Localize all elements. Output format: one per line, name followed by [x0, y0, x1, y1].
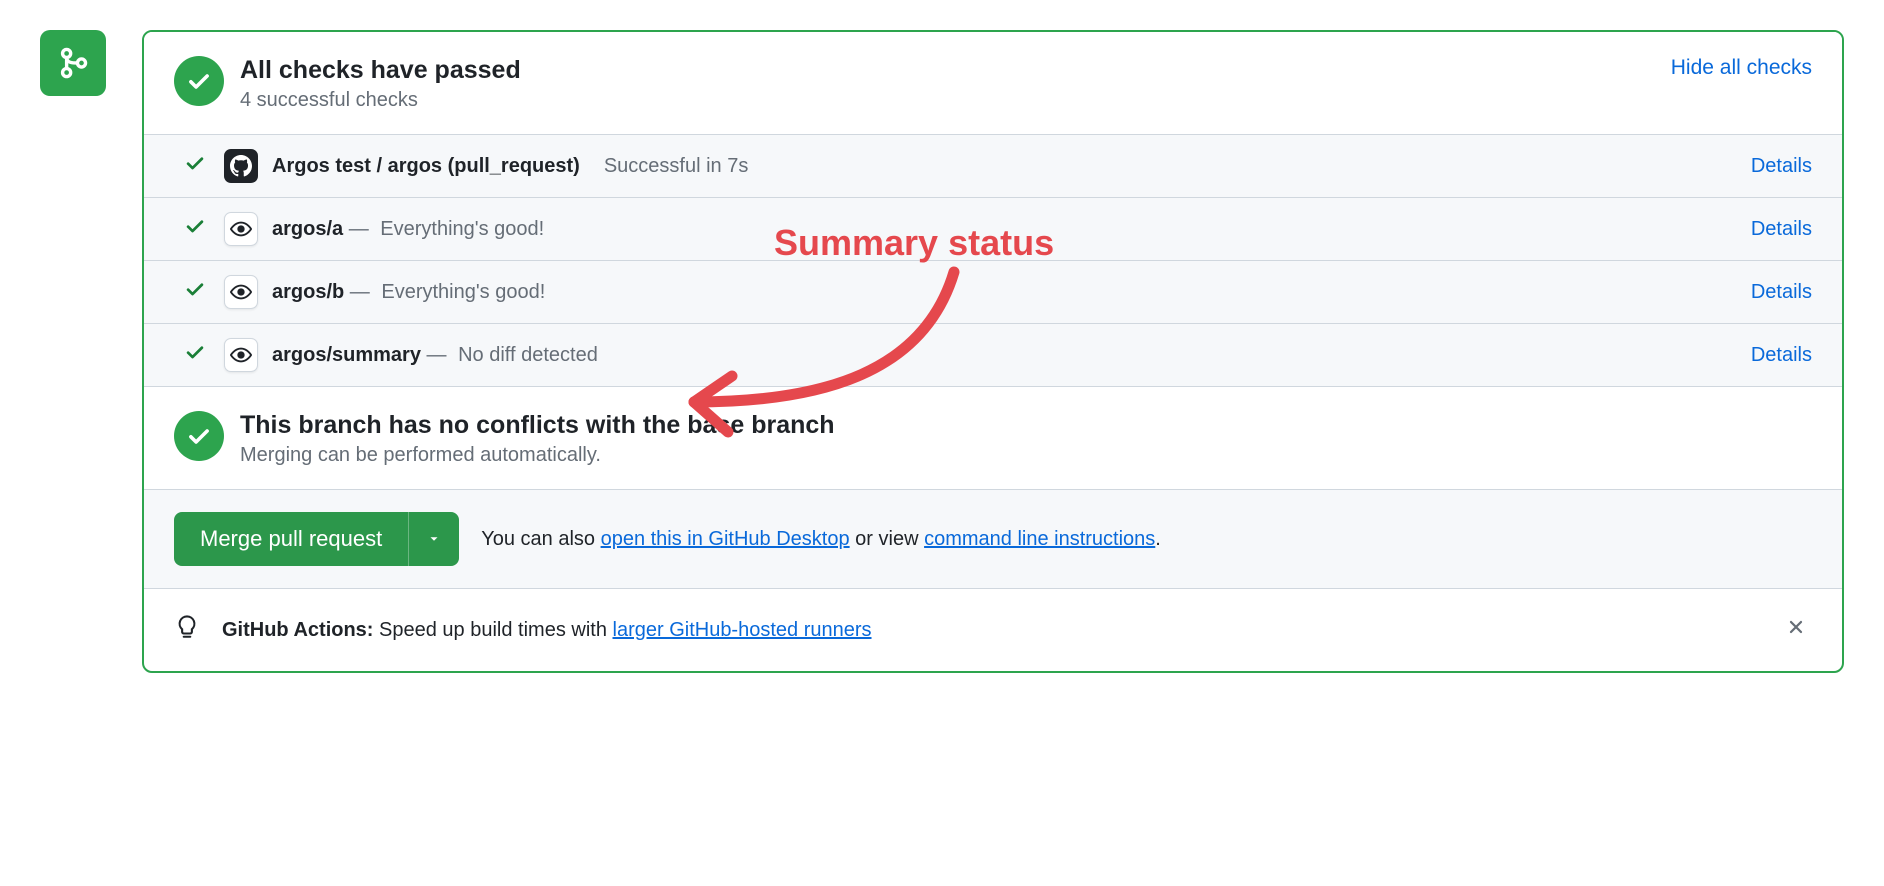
check-details-link[interactable]: Details [1751, 155, 1812, 178]
check-row: argos/summary — No diff detected Details [144, 324, 1842, 386]
merge-footer: Merge pull request You can also open thi… [144, 490, 1842, 589]
check-status-label: Everything's good! [380, 218, 544, 241]
argos-app-icon [224, 275, 258, 309]
check-name-label: argos/b [272, 281, 344, 304]
tip-section: GitHub Actions: Speed up build times wit… [144, 589, 1842, 671]
check-name-label: argos/a [272, 218, 343, 241]
merge-footer-text: You can also open this in GitHub Desktop… [481, 528, 1812, 551]
git-merge-icon [56, 46, 90, 80]
merge-pull-request-button[interactable]: Merge pull request [174, 512, 408, 566]
check-timing: Successful in 7s [604, 155, 749, 178]
lightbulb-icon [174, 614, 200, 646]
check-row: argos/b — Everything's good! Details [144, 261, 1842, 324]
checks-header: All checks have passed 4 successful chec… [144, 32, 1842, 134]
check-success-icon [184, 341, 206, 369]
check-success-icon [184, 152, 206, 180]
checks-list: Argos test / argos (pull_request) Succes… [144, 134, 1842, 386]
status-success-circle [174, 56, 224, 106]
check-status-label: Everything's good! [381, 281, 545, 304]
check-row: argos/a — Everything's good! Details [144, 198, 1842, 261]
hide-all-checks-link[interactable]: Hide all checks [1671, 56, 1812, 80]
tip-label: GitHub Actions: [222, 619, 373, 641]
tip-text: Speed up build times with [373, 619, 612, 641]
github-app-icon [224, 149, 258, 183]
checks-title: All checks have passed [240, 56, 1671, 85]
check-icon [186, 423, 212, 449]
argos-app-icon [224, 212, 258, 246]
checks-subtitle: 4 successful checks [240, 89, 1671, 112]
check-success-icon [184, 278, 206, 306]
close-icon [1786, 617, 1806, 637]
status-success-circle [174, 411, 224, 461]
check-name-label: Argos test / argos (pull_request) [272, 155, 580, 178]
check-status-label: No diff detected [458, 344, 598, 367]
merge-button-group: Merge pull request [174, 512, 459, 566]
open-github-desktop-link[interactable]: open this in GitHub Desktop [601, 528, 850, 550]
merge-box: All checks have passed 4 successful chec… [142, 30, 1844, 673]
timeline-merge-badge [40, 30, 106, 96]
dismiss-tip-button[interactable] [1780, 611, 1812, 649]
check-details-link[interactable]: Details [1751, 281, 1812, 304]
check-details-link[interactable]: Details [1751, 218, 1812, 241]
conflicts-title: This branch has no conflicts with the ba… [240, 411, 1812, 440]
check-details-link[interactable]: Details [1751, 344, 1812, 367]
check-row: Argos test / argos (pull_request) Succes… [144, 135, 1842, 198]
merge-options-caret-button[interactable] [408, 512, 459, 566]
check-name-label: argos/summary [272, 344, 421, 367]
tip-link[interactable]: larger GitHub-hosted runners [613, 619, 872, 641]
command-line-instructions-link[interactable]: command line instructions [924, 528, 1155, 550]
check-icon [186, 68, 212, 94]
merge-status-container: All checks have passed 4 successful chec… [40, 30, 1844, 673]
argos-app-icon [224, 338, 258, 372]
conflicts-section: This branch has no conflicts with the ba… [144, 386, 1842, 490]
check-success-icon [184, 215, 206, 243]
caret-down-icon [427, 532, 441, 546]
conflicts-subtitle: Merging can be performed automatically. [240, 444, 1812, 467]
